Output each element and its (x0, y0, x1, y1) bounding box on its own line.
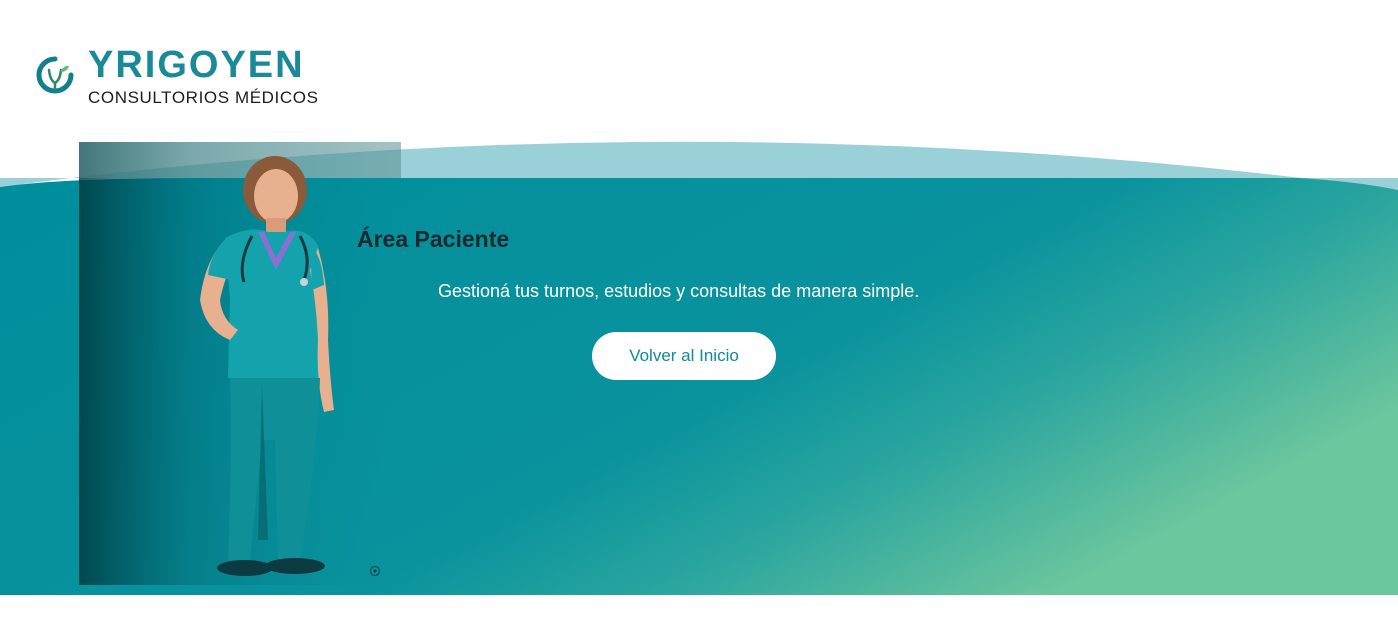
hero-description: Gestioná tus turnos, estudios y consulta… (438, 281, 920, 301)
brand-subtitle: CONSULTORIOS MÉDICOS (88, 88, 319, 107)
brand-name: YRIGOYEN (88, 44, 305, 86)
gear-icon[interactable] (369, 565, 381, 577)
page-title: Área Paciente (357, 226, 510, 252)
brand-logo[interactable]: YRIGOYEN CONSULTORIOS MÉDICOS (36, 44, 319, 108)
back-to-home-button[interactable]: Volver al Inicio (592, 332, 776, 380)
stethoscope-leaf-logo-icon (36, 56, 74, 94)
page: YRIGOYEN CONSULTORIOS MÉDICOS Área Pacie… (0, 0, 1398, 617)
